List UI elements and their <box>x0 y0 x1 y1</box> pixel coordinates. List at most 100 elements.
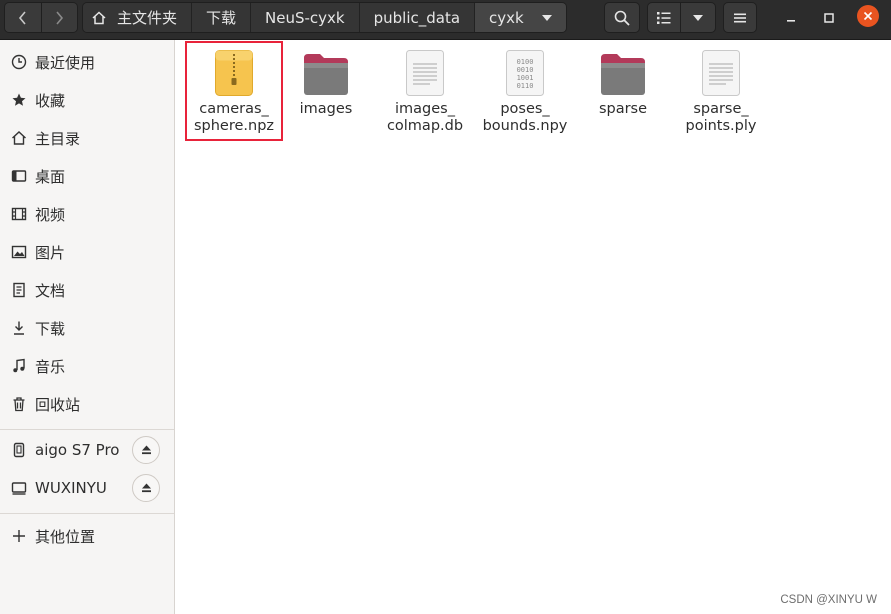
file-name-line1: sparse <box>598 101 648 117</box>
menu-button[interactable] <box>723 2 757 33</box>
home-icon <box>10 129 28 147</box>
list-view-icon <box>657 11 671 24</box>
file-name-line2: colmap.db <box>386 118 464 134</box>
maximize-button[interactable] <box>817 6 841 30</box>
breadcrumb: 主文件夹 下载 NeuS-cyxk public_data cyxk <box>82 2 567 33</box>
eject-button[interactable] <box>132 436 160 464</box>
image-icon <box>10 243 28 261</box>
svg-text:0110: 0110 <box>517 82 534 90</box>
back-button[interactable] <box>5 3 41 32</box>
svg-text:1001: 1001 <box>517 74 534 82</box>
breadcrumb-public-data[interactable]: public_data <box>358 3 475 32</box>
binary-file-icon: 0100 0010 1001 0110 <box>477 46 573 96</box>
close-icon <box>863 11 873 21</box>
drive-icon <box>10 479 28 497</box>
sidebar-item-device-wuxinyu[interactable]: WUXINYU <box>0 470 174 506</box>
sidebar-item-desktop[interactable]: 桌面 <box>0 158 174 194</box>
sidebar: 最近使用 收藏 主目录 桌面 视频 图片 文档 下载 音乐 回收站 aigo S… <box>0 40 175 614</box>
file-name-line2: bounds.npy <box>482 118 568 134</box>
svg-text:0100: 0100 <box>517 58 534 66</box>
sidebar-item-label: 其他位置 <box>35 527 96 546</box>
folder-icon <box>278 46 374 96</box>
sidebar-item-label: 下载 <box>35 319 66 338</box>
breadcrumb-label: 下载 <box>206 9 237 27</box>
file-name-line1: sparse_ <box>693 101 749 117</box>
breadcrumb-label: public_data <box>373 8 461 27</box>
watermark: CSDN @XINYU W <box>780 594 877 606</box>
sidebar-item-label: 图片 <box>35 243 66 262</box>
selection-highlight <box>185 41 283 141</box>
video-icon <box>10 205 28 223</box>
file-name-line2: points.ply <box>685 118 757 134</box>
text-file-icon <box>377 46 473 96</box>
sidebar-item-label: 文档 <box>35 281 66 300</box>
file-item-images[interactable]: images <box>278 46 374 118</box>
download-icon <box>10 319 28 337</box>
sidebar-item-home[interactable]: 主目录 <box>0 120 174 156</box>
file-item-images-colmap[interactable]: images_ colmap.db <box>377 46 473 135</box>
text-file-icon <box>673 46 769 96</box>
trash-icon <box>10 395 28 413</box>
sidebar-divider <box>0 513 174 514</box>
sidebar-item-label: 音乐 <box>35 357 66 376</box>
forward-button[interactable] <box>40 3 77 32</box>
sidebar-item-other-locations[interactable]: 其他位置 <box>0 518 174 554</box>
header-bar: 主文件夹 下载 NeuS-cyxk public_data cyxk <box>0 0 891 40</box>
file-name-line1: images_ <box>395 101 455 117</box>
folder-icon <box>575 46 671 96</box>
caret-down-icon <box>541 14 552 21</box>
sidebar-item-label: 收藏 <box>35 91 66 110</box>
svg-text:0010: 0010 <box>517 66 534 74</box>
plus-icon <box>10 527 28 545</box>
file-name-line1: images <box>299 101 353 117</box>
sidebar-item-device-aigo[interactable]: aigo S7 Pro <box>0 432 174 468</box>
caret-down-icon <box>693 14 703 21</box>
search-icon <box>614 10 630 26</box>
hamburger-menu-icon <box>734 13 746 22</box>
desktop-icon <box>10 167 28 185</box>
sidebar-item-recent[interactable]: 最近使用 <box>0 44 174 80</box>
minimize-button[interactable] <box>779 6 803 30</box>
file-name-line1: poses_ <box>500 101 550 117</box>
sidebar-item-starred[interactable]: 收藏 <box>0 82 174 118</box>
breadcrumb-cyxk[interactable]: cyxk <box>474 3 566 32</box>
file-item-sparse[interactable]: sparse <box>575 46 671 118</box>
breadcrumb-home[interactable]: 主文件夹 <box>83 3 192 32</box>
breadcrumb-label: cyxk <box>489 8 524 27</box>
chevron-right-icon <box>56 10 64 25</box>
sidebar-item-documents[interactable]: 文档 <box>0 272 174 308</box>
sidebar-item-pictures[interactable]: 图片 <box>0 234 174 270</box>
close-button[interactable] <box>857 5 879 27</box>
sidebar-item-trash[interactable]: 回收站 <box>0 386 174 422</box>
breadcrumb-downloads[interactable]: 下载 <box>191 3 251 32</box>
sidebar-item-music[interactable]: 音乐 <box>0 348 174 384</box>
sidebar-item-label: aigo S7 Pro <box>35 441 120 459</box>
sidebar-divider <box>0 429 174 430</box>
maximize-icon <box>824 13 834 23</box>
sidebar-item-label: 回收站 <box>35 395 81 414</box>
sidebar-item-label: 主目录 <box>35 129 81 148</box>
minimize-icon <box>787 20 795 22</box>
sidebar-item-label: 最近使用 <box>35 53 96 72</box>
sidebar-item-label: WUXINYU <box>35 479 107 497</box>
document-icon <box>10 281 28 299</box>
usb-drive-icon <box>10 441 28 459</box>
file-item-poses-bounds[interactable]: 0100 0010 1001 0110 poses_ bounds.npy <box>477 46 573 135</box>
eject-icon <box>141 445 151 455</box>
view-list-button[interactable] <box>647 2 681 33</box>
navigation-buttons <box>4 2 78 33</box>
search-button[interactable] <box>604 2 640 33</box>
chevron-left-icon <box>18 10 26 25</box>
clock-icon <box>10 53 28 71</box>
star-icon <box>10 91 28 109</box>
breadcrumb-label: 主文件夹 <box>117 9 178 27</box>
music-icon <box>10 357 28 375</box>
breadcrumb-neus[interactable]: NeuS-cyxk <box>250 3 359 32</box>
eject-icon <box>141 483 151 493</box>
breadcrumb-label: NeuS-cyxk <box>265 8 345 27</box>
sidebar-item-downloads[interactable]: 下载 <box>0 310 174 346</box>
eject-button[interactable] <box>132 474 160 502</box>
view-options-button[interactable] <box>680 2 716 33</box>
sidebar-item-videos[interactable]: 视频 <box>0 196 174 232</box>
file-item-sparse-points[interactable]: sparse_ points.ply <box>673 46 769 135</box>
